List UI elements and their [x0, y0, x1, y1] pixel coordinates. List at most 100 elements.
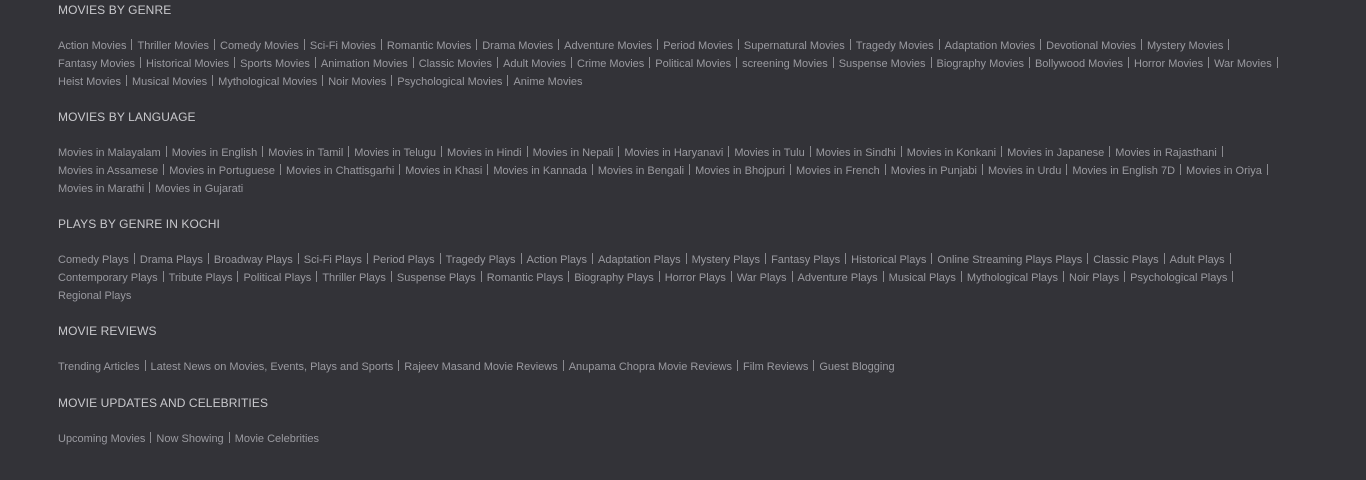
language-link[interactable]: Movies in Bengali: [598, 162, 695, 180]
genre-link[interactable]: Adaptation Movies: [945, 37, 1047, 55]
plays-link[interactable]: Regional Plays: [58, 287, 131, 305]
genre-link[interactable]: Suspense Movies: [839, 55, 937, 73]
update-link[interactable]: Now Showing: [156, 430, 234, 448]
genre-link[interactable]: Tragedy Movies: [856, 37, 945, 55]
plays-link[interactable]: Fantasy Plays: [771, 251, 851, 269]
section-movies-by-genre: MOVIES BY GENRE Action Movies Thriller Mo…: [58, 3, 1318, 91]
plays-link[interactable]: Sci-Fi Plays: [304, 251, 373, 269]
genre-link[interactable]: Romantic Movies: [387, 37, 482, 55]
link-list: Action Movies Thriller Movies Comedy Movie…: [58, 37, 1318, 91]
language-link[interactable]: Movies in Rajasthani: [1115, 144, 1228, 162]
genre-link[interactable]: Action Movies: [58, 37, 137, 55]
genre-link[interactable]: Adventure Movies: [564, 37, 663, 55]
plays-link[interactable]: Suspense Plays: [397, 269, 487, 287]
language-link[interactable]: Movies in Gujarati: [155, 180, 243, 198]
plays-link[interactable]: Adaptation Plays: [598, 251, 692, 269]
genre-link[interactable]: Crime Movies: [577, 55, 655, 73]
plays-link[interactable]: Adventure Plays: [798, 269, 889, 287]
language-link[interactable]: Movies in Khasi: [405, 162, 493, 180]
genre-link[interactable]: Classic Movies: [419, 55, 503, 73]
genre-link[interactable]: Animation Movies: [321, 55, 419, 73]
language-link[interactable]: Movies in Kannada: [493, 162, 598, 180]
plays-link[interactable]: Mythological Plays: [967, 269, 1069, 287]
plays-link[interactable]: Action Plays: [527, 251, 599, 269]
plays-link[interactable]: Musical Plays: [889, 269, 967, 287]
plays-link[interactable]: Broadway Plays: [214, 251, 304, 269]
genre-link[interactable]: Drama Movies: [482, 37, 564, 55]
plays-link[interactable]: Biography Plays: [574, 269, 665, 287]
plays-link[interactable]: Classic Plays: [1093, 251, 1169, 269]
genre-link[interactable]: Horror Movies: [1134, 55, 1214, 73]
language-link[interactable]: Movies in Bhojpuri: [695, 162, 796, 180]
language-link[interactable]: Movies in Sindhi: [816, 144, 907, 162]
language-link[interactable]: Movies in Telugu: [354, 144, 447, 162]
genre-link[interactable]: Devotional Movies: [1046, 37, 1147, 55]
genre-link[interactable]: Musical Movies: [132, 73, 218, 91]
plays-link[interactable]: Period Plays: [373, 251, 446, 269]
language-link[interactable]: Movies in Haryanavi: [624, 144, 734, 162]
genre-link[interactable]: Biography Movies: [937, 55, 1035, 73]
genre-link[interactable]: Bollywood Movies: [1035, 55, 1134, 73]
plays-link[interactable]: Psychological Plays: [1130, 269, 1238, 287]
plays-link[interactable]: Mystery Plays: [692, 251, 771, 269]
genre-link[interactable]: Heist Movies: [58, 73, 132, 91]
review-link[interactable]: Guest Blogging: [819, 358, 894, 376]
plays-link[interactable]: Political Plays: [243, 269, 322, 287]
language-link[interactable]: Movies in Punjabi: [891, 162, 988, 180]
genre-link[interactable]: Sports Movies: [240, 55, 321, 73]
language-link[interactable]: Movies in Konkani: [907, 144, 1007, 162]
language-link[interactable]: Movies in Japanese: [1007, 144, 1115, 162]
language-link[interactable]: Movies in Tulu: [734, 144, 815, 162]
plays-link[interactable]: Tribute Plays: [169, 269, 244, 287]
genre-link[interactable]: War Movies: [1214, 55, 1283, 73]
language-link[interactable]: Movies in Urdu: [988, 162, 1072, 180]
language-link[interactable]: Movies in Marathi: [58, 180, 155, 198]
genre-link[interactable]: Anime Movies: [513, 73, 582, 91]
genre-link[interactable]: Adult Movies: [503, 55, 577, 73]
language-link[interactable]: Movies in Portuguese: [169, 162, 286, 180]
plays-link[interactable]: Adult Plays: [1170, 251, 1236, 269]
language-link[interactable]: Movies in Chattisgarhi: [286, 162, 405, 180]
plays-link[interactable]: Contemporary Plays: [58, 269, 169, 287]
language-link[interactable]: Movies in French: [796, 162, 891, 180]
plays-link[interactable]: Drama Plays: [140, 251, 214, 269]
section-title: MOVIE REVIEWS: [58, 324, 157, 338]
plays-link[interactable]: Historical Plays: [851, 251, 937, 269]
genre-link[interactable]: Mythological Movies: [218, 73, 328, 91]
genre-link[interactable]: screening Movies: [742, 55, 839, 73]
plays-link[interactable]: Tragedy Plays: [446, 251, 527, 269]
genre-link[interactable]: Political Movies: [655, 55, 742, 73]
genre-link[interactable]: Noir Movies: [328, 73, 397, 91]
review-link[interactable]: Trending Articles: [58, 358, 151, 376]
genre-link[interactable]: Historical Movies: [146, 55, 240, 73]
genre-link[interactable]: Psychological Movies: [397, 73, 513, 91]
genre-link[interactable]: Fantasy Movies: [58, 55, 146, 73]
review-link[interactable]: Film Reviews: [743, 358, 819, 376]
genre-link[interactable]: Comedy Movies: [220, 37, 310, 55]
review-link[interactable]: Anupama Chopra Movie Reviews: [569, 358, 743, 376]
update-link[interactable]: Movie Celebrities: [235, 430, 319, 448]
review-link[interactable]: Rajeev Masand Movie Reviews: [404, 358, 568, 376]
review-link[interactable]: Latest News on Movies, Events, Plays and…: [151, 358, 405, 376]
plays-link[interactable]: Romantic Plays: [487, 269, 574, 287]
genre-link[interactable]: Sci-Fi Movies: [310, 37, 387, 55]
language-link[interactable]: Movies in Malayalam: [58, 144, 172, 162]
update-link[interactable]: Upcoming Movies: [58, 430, 156, 448]
genre-link[interactable]: Mystery Movies: [1147, 37, 1234, 55]
plays-link[interactable]: Online Streaming Plays Plays: [937, 251, 1093, 269]
genre-link[interactable]: Thriller Movies: [137, 37, 220, 55]
plays-link[interactable]: Thriller Plays: [322, 269, 397, 287]
language-link[interactable]: Movies in Oriya: [1186, 162, 1273, 180]
genre-link[interactable]: Supernatural Movies: [744, 37, 856, 55]
plays-link[interactable]: Noir Plays: [1069, 269, 1130, 287]
plays-link[interactable]: War Plays: [737, 269, 798, 287]
plays-link[interactable]: Comedy Plays: [58, 251, 140, 269]
plays-link[interactable]: Horror Plays: [665, 269, 737, 287]
genre-link[interactable]: Period Movies: [663, 37, 744, 55]
language-link[interactable]: Movies in English: [172, 144, 269, 162]
language-link[interactable]: Movies in Hindi: [447, 144, 533, 162]
language-link[interactable]: Movies in Tamil: [268, 144, 354, 162]
language-link[interactable]: Movies in English 7D: [1072, 162, 1186, 180]
language-link[interactable]: Movies in Nepali: [533, 144, 625, 162]
language-link[interactable]: Movies in Assamese: [58, 162, 169, 180]
